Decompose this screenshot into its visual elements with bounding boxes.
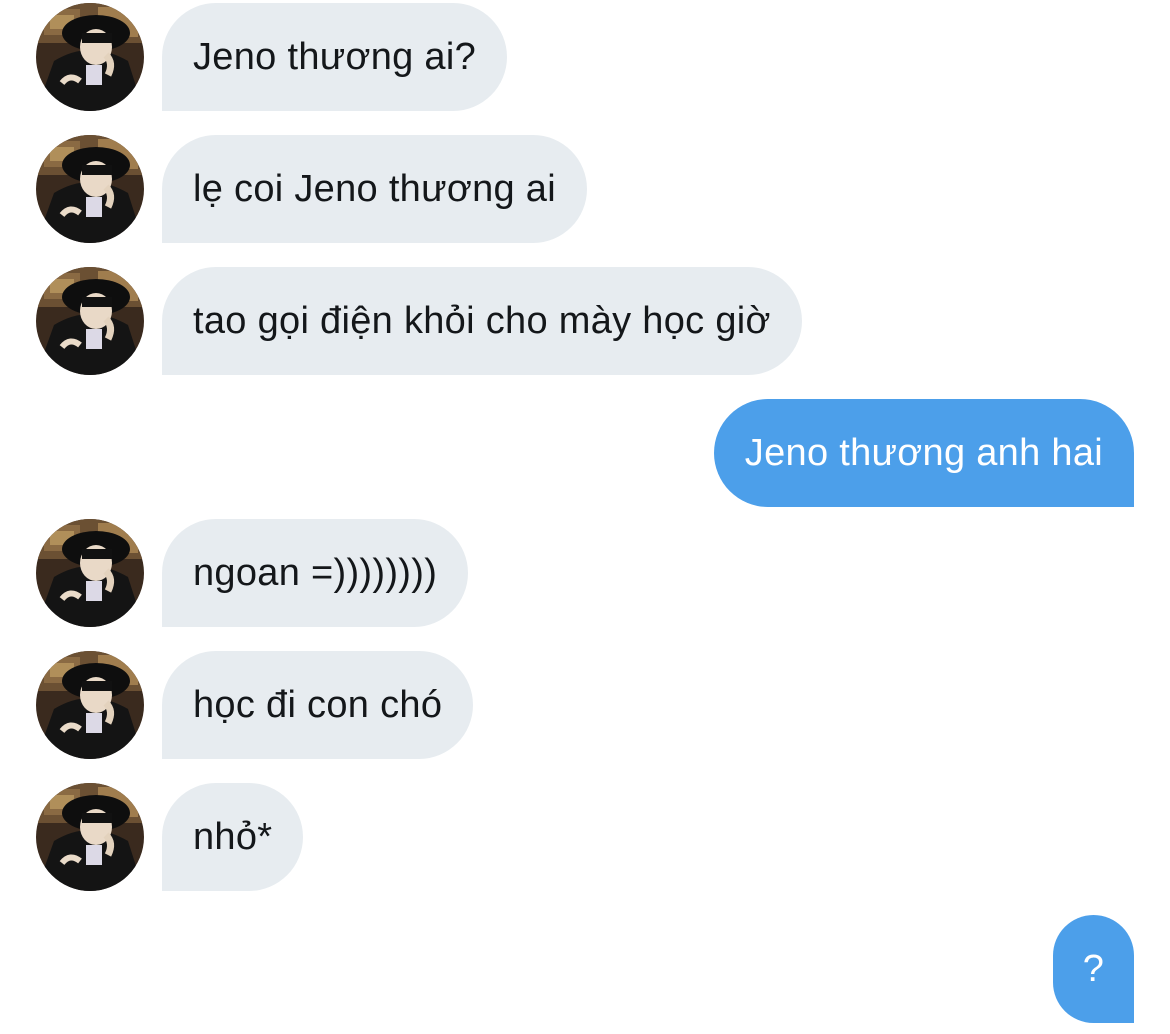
incoming-message-bubble[interactable]: học đi con chó (162, 651, 474, 759)
incoming-message-bubble[interactable]: nhỏ* (162, 783, 304, 891)
avatar[interactable] (36, 135, 144, 243)
message-text: Jeno thương ai? (193, 35, 477, 78)
incoming-message-bubble[interactable]: tao gọi điện khỏi cho mày học giờ (162, 267, 802, 375)
avatar[interactable] (36, 3, 144, 111)
avatar[interactable] (36, 267, 144, 375)
outgoing-message-bubble[interactable]: ? (1053, 915, 1134, 1023)
incoming-message-bubble[interactable]: lẹ coi Jeno thương ai (162, 135, 587, 243)
message-row-outgoing: ? (0, 915, 1170, 1023)
message-row-incoming: nhỏ* (0, 783, 1170, 891)
message-row-incoming: lẹ coi Jeno thương ai (0, 135, 1170, 243)
message-text: ngoan =)))))))) (193, 551, 438, 594)
outgoing-message-bubble[interactable]: Jeno thương anh hai (713, 399, 1134, 507)
incoming-message-bubble[interactable]: Jeno thương ai? (162, 3, 508, 111)
message-row-outgoing: Jeno thương anh hai (0, 399, 1170, 507)
message-text: Jeno thương anh hai (744, 431, 1103, 474)
message-text: nhỏ* (193, 815, 273, 858)
message-text: tao gọi điện khỏi cho mày học giờ (193, 299, 771, 342)
message-row-incoming: Jeno thương ai? (0, 3, 1170, 111)
message-row-incoming: học đi con chó (0, 651, 1170, 759)
avatar[interactable] (36, 783, 144, 891)
avatar[interactable] (36, 651, 144, 759)
message-row-incoming: tao gọi điện khỏi cho mày học giờ (0, 267, 1170, 375)
message-text: lẹ coi Jeno thương ai (193, 167, 556, 210)
incoming-message-bubble[interactable]: ngoan =)))))))) (162, 519, 469, 627)
message-text: ? (1082, 947, 1105, 990)
avatar[interactable] (36, 519, 144, 627)
message-text: học đi con chó (193, 683, 443, 726)
message-thread: Jeno thương ai? lẹ coi Jeno thương ai ta… (0, 0, 1170, 1034)
message-row-incoming: ngoan =)))))))) (0, 519, 1170, 627)
